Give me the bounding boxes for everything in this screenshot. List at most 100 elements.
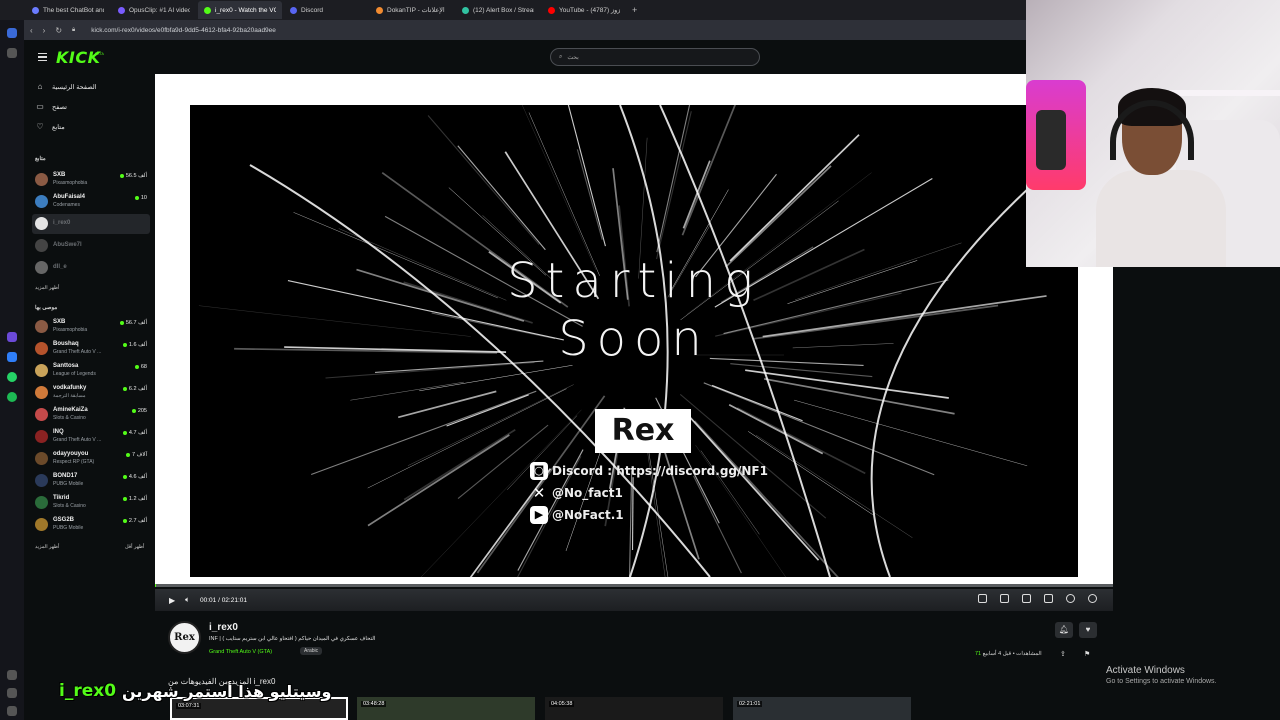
wall-shelf xyxy=(1166,90,1280,96)
time-separator: / xyxy=(218,596,220,604)
channel-row-name: vodkafunky xyxy=(53,385,87,391)
browser-tab[interactable]: Discord xyxy=(284,1,368,19)
channel-avatar xyxy=(35,261,48,274)
heart-rail-icon[interactable] xyxy=(7,670,17,680)
nav-home[interactable]: ⌂ الصفحة الرئيسية xyxy=(36,83,97,92)
clip-icon[interactable] xyxy=(978,594,987,603)
messenger-rail-icon[interactable] xyxy=(7,352,17,362)
channel-row[interactable]: GSG2B PUBG Mobile 2.7 ألف xyxy=(32,515,150,535)
thumbnail-duration: 03:48:28 xyxy=(361,701,387,707)
star-rail-icon[interactable] xyxy=(7,48,17,58)
channel-row[interactable]: Boushaq Grand Theft Auto V ... 1.6 ألف xyxy=(32,339,150,359)
video-thumbnail[interactable]: 03:48:28 xyxy=(357,697,535,720)
viewer-count: 68 xyxy=(135,364,147,370)
x-handle-text: @No_fact1 xyxy=(552,486,623,500)
channel-row[interactable]: BOND17 PUBG Mobile 4.6 ألف xyxy=(32,471,150,491)
forward-icon[interactable]: › xyxy=(43,26,46,35)
channel-row-name: Santtosa xyxy=(53,363,79,369)
spotify-rail-icon[interactable] xyxy=(7,392,17,402)
channel-row[interactable]: vodkafunky مسابقة الترجمة 6.2 ألف xyxy=(32,383,150,403)
viewer-count: 4.7 ألف xyxy=(123,430,147,436)
tab-label: Discord xyxy=(301,6,324,14)
channel-row[interactable]: INQ Grand Theft Auto V ... 4.7 ألف xyxy=(32,427,150,447)
channel-row[interactable]: odayyouyou Respect RP (GTA) 7 آلاف xyxy=(32,449,150,469)
channel-row-name: dll_e xyxy=(53,264,67,270)
theater-icon[interactable] xyxy=(1022,594,1031,603)
channel-row-name: AbuSwe7l xyxy=(53,242,82,248)
fullscreen-icon[interactable] xyxy=(1044,594,1053,603)
channel-row[interactable]: SXB Pixasmophobia 56.5 ألف xyxy=(32,170,150,190)
channel-avatar xyxy=(35,239,48,252)
search-input[interactable]: ⌕ بحث xyxy=(550,48,760,66)
menu-icon[interactable] xyxy=(38,53,47,61)
report-icon[interactable]: ⚑ xyxy=(1084,650,1090,658)
tab-label: DokanTIP - الإعلانات xyxy=(387,7,445,14)
viewer-count: 1.2 ألف xyxy=(123,496,147,502)
new-tab-button[interactable]: + xyxy=(632,5,637,15)
channel-row[interactable]: dll_e xyxy=(32,258,150,278)
volume-icon[interactable]: 🔈︎ xyxy=(185,595,190,605)
language-badge: Arabic xyxy=(300,647,323,655)
warp-line xyxy=(729,134,860,262)
discord-line: ◙ Discord : https://discord.gg/NF1 xyxy=(530,462,768,480)
channel-row[interactable]: AbuFaisal4 Codenames 10 xyxy=(32,192,150,212)
more-rail-icon[interactable] xyxy=(7,706,17,716)
channel-row[interactable]: Santtosa League of Legends 68 xyxy=(32,361,150,381)
views-label: المشاهدات xyxy=(1016,651,1042,657)
back-icon[interactable]: ‹ xyxy=(30,26,33,35)
settings-icon[interactable] xyxy=(1088,594,1097,603)
video-thumbnail[interactable]: 02:21:01 xyxy=(733,697,911,720)
speed-icon[interactable] xyxy=(1066,594,1075,603)
channel-row[interactable]: SXB Pixasmophobia 56.7 ألف xyxy=(32,317,150,337)
channel-row-category: PUBG Mobile xyxy=(53,481,84,487)
pip-icon[interactable] xyxy=(1000,594,1009,603)
tab-label: OpusClip: #1 AI video clip xyxy=(129,6,190,14)
browser-tab[interactable]: OpusClip: #1 AI video clip xyxy=(112,1,196,19)
bell-icon: 🔔︎ xyxy=(1058,625,1070,634)
warp-line xyxy=(656,105,691,253)
video-frame[interactable]: Starting Soon Rex ◙ Discord : https://di… xyxy=(190,105,1078,577)
warp-line xyxy=(567,105,606,247)
browser-tab[interactable]: The best ChatBot and Wri xyxy=(26,1,110,19)
channel-row[interactable]: AmineKaiZa Slots & Casino 205 xyxy=(32,405,150,425)
history-rail-icon[interactable] xyxy=(7,688,17,698)
viewer-count: 7 آلاف xyxy=(126,452,147,458)
following-heading: متابع xyxy=(35,156,46,162)
viewer-count: 56.5 ألف xyxy=(120,173,147,179)
browser-tab[interactable]: YouTube - علي وزوز (4787) xyxy=(542,1,626,19)
channel-row[interactable]: i_rex0 xyxy=(32,214,150,234)
warp-line xyxy=(631,477,634,551)
channel-row-category: Slots & Casino xyxy=(53,503,86,509)
whatsapp-rail-icon[interactable] xyxy=(7,372,17,382)
discord-icon: ◙ xyxy=(530,462,548,480)
channel-name[interactable]: i_rex0 xyxy=(209,622,238,633)
play-icon[interactable]: ▶ xyxy=(169,596,175,605)
channel-row[interactable]: AbuSwe7l xyxy=(32,236,150,256)
tab-favicon xyxy=(548,6,555,14)
nav-following[interactable]: ♡ متابع xyxy=(36,123,65,132)
channel-avatar[interactable]: Rex xyxy=(168,621,201,654)
browser-tab[interactable]: DokanTIP - الإعلانات xyxy=(370,1,454,19)
browse-icon: ▭ xyxy=(36,102,44,111)
kick-logo[interactable]: KICK xyxy=(56,48,101,67)
show-less-recommended[interactable]: أظهر أقل xyxy=(125,544,144,550)
channel-row[interactable]: Tikrid Slots & Casino 1.2 ألف xyxy=(32,493,150,513)
nav-browse[interactable]: ▭ تصفح xyxy=(36,102,67,112)
browser-tab[interactable]: i_rex0 - Watch the VOD o xyxy=(198,1,282,19)
category-link[interactable]: Grand Theft Auto V (GTA) xyxy=(209,649,272,655)
show-more-following[interactable]: أظهر المزيد xyxy=(35,285,59,291)
discord-text: Discord : https://discord.gg/NF1 xyxy=(552,464,768,478)
channel-row-name: i_rex0 xyxy=(53,220,71,226)
show-more-recommended[interactable]: أظهر المزيد xyxy=(35,544,59,550)
share-icon[interactable]: ⇪ xyxy=(1060,650,1066,658)
browser-tab[interactable]: (12) Alert Box / Streamlabs xyxy=(456,1,540,19)
home-rail-icon[interactable] xyxy=(7,28,17,38)
notify-button[interactable]: 🔔︎ xyxy=(1055,622,1073,638)
seek-bar[interactable] xyxy=(155,584,1113,587)
nav-following-label: متابع xyxy=(52,124,65,131)
reload-icon[interactable]: ↻ xyxy=(55,26,62,35)
video-thumbnail[interactable]: 04:05:38 xyxy=(545,697,723,720)
follow-button[interactable]: ♥ xyxy=(1079,622,1097,638)
url-field[interactable]: kick.com/i-rex0/videos/e0fbfa9d-9dd5-461… xyxy=(91,27,276,34)
app-rail-icon-1[interactable] xyxy=(7,332,17,342)
